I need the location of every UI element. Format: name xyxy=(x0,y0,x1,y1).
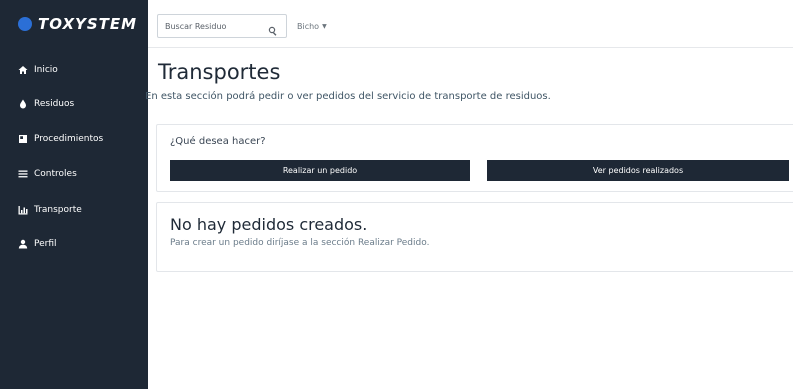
sidebar-item-label: Inicio xyxy=(34,65,58,75)
page-subtitle: En esta sección podrá pedir o ver pedido… xyxy=(145,91,551,102)
create-order-button[interactable]: Realizar un pedido xyxy=(170,160,470,181)
sidebar-item-label: Perfil xyxy=(34,239,57,249)
sidebar-item-inicio[interactable]: Inicio xyxy=(0,58,148,82)
sidebar-item-label: Residuos xyxy=(34,99,75,109)
sidebar-item-transporte[interactable]: Transporte xyxy=(0,198,148,222)
search-icon[interactable] xyxy=(268,21,278,36)
topbar: Bicho ▼ xyxy=(148,0,793,48)
app-root: TOXYSTEM Inicio Residuos Procedimientos xyxy=(0,0,793,389)
search-box xyxy=(157,14,287,38)
sidebar-item-residuos[interactable]: Residuos xyxy=(0,92,148,116)
list-icon xyxy=(18,169,28,179)
home-icon xyxy=(18,65,28,75)
user-menu-dropdown[interactable]: Bicho ▼ xyxy=(297,22,327,31)
search-input[interactable] xyxy=(165,21,265,31)
sidebar-item-label: Controles xyxy=(34,169,77,179)
view-orders-button[interactable]: Ver pedidos realizados xyxy=(487,160,789,181)
actions-card: ¿Qué desea hacer? Realizar un pedido Ver… xyxy=(156,124,793,192)
chart-icon xyxy=(18,205,28,215)
sidebar-item-perfil[interactable]: Perfil xyxy=(0,232,148,256)
sidebar-item-label: Procedimientos xyxy=(34,134,104,144)
caret-down-icon: ▼ xyxy=(322,23,327,30)
sidebar: TOXYSTEM Inicio Residuos Procedimientos xyxy=(0,0,148,389)
document-icon xyxy=(18,134,28,144)
user-icon xyxy=(18,239,28,249)
brand-name: TOXYSTEM xyxy=(38,15,138,33)
sidebar-item-controles[interactable]: Controles xyxy=(0,162,148,186)
empty-state-card: No hay pedidos creados. Para crear un pe… xyxy=(156,202,793,272)
sidebar-item-procedimientos[interactable]: Procedimientos xyxy=(0,127,148,151)
brand[interactable]: TOXYSTEM xyxy=(0,0,148,48)
actions-card-title: ¿Qué desea hacer? xyxy=(170,136,266,147)
brand-logo-icon xyxy=(18,17,32,31)
empty-state-text: Para crear un pedido diríjase a la secci… xyxy=(170,238,430,248)
page-title: Transportes xyxy=(158,60,281,84)
empty-state-title: No hay pedidos creados. xyxy=(170,215,368,234)
drop-icon xyxy=(18,99,28,109)
user-name: Bicho xyxy=(297,22,320,31)
sidebar-item-label: Transporte xyxy=(34,205,82,215)
